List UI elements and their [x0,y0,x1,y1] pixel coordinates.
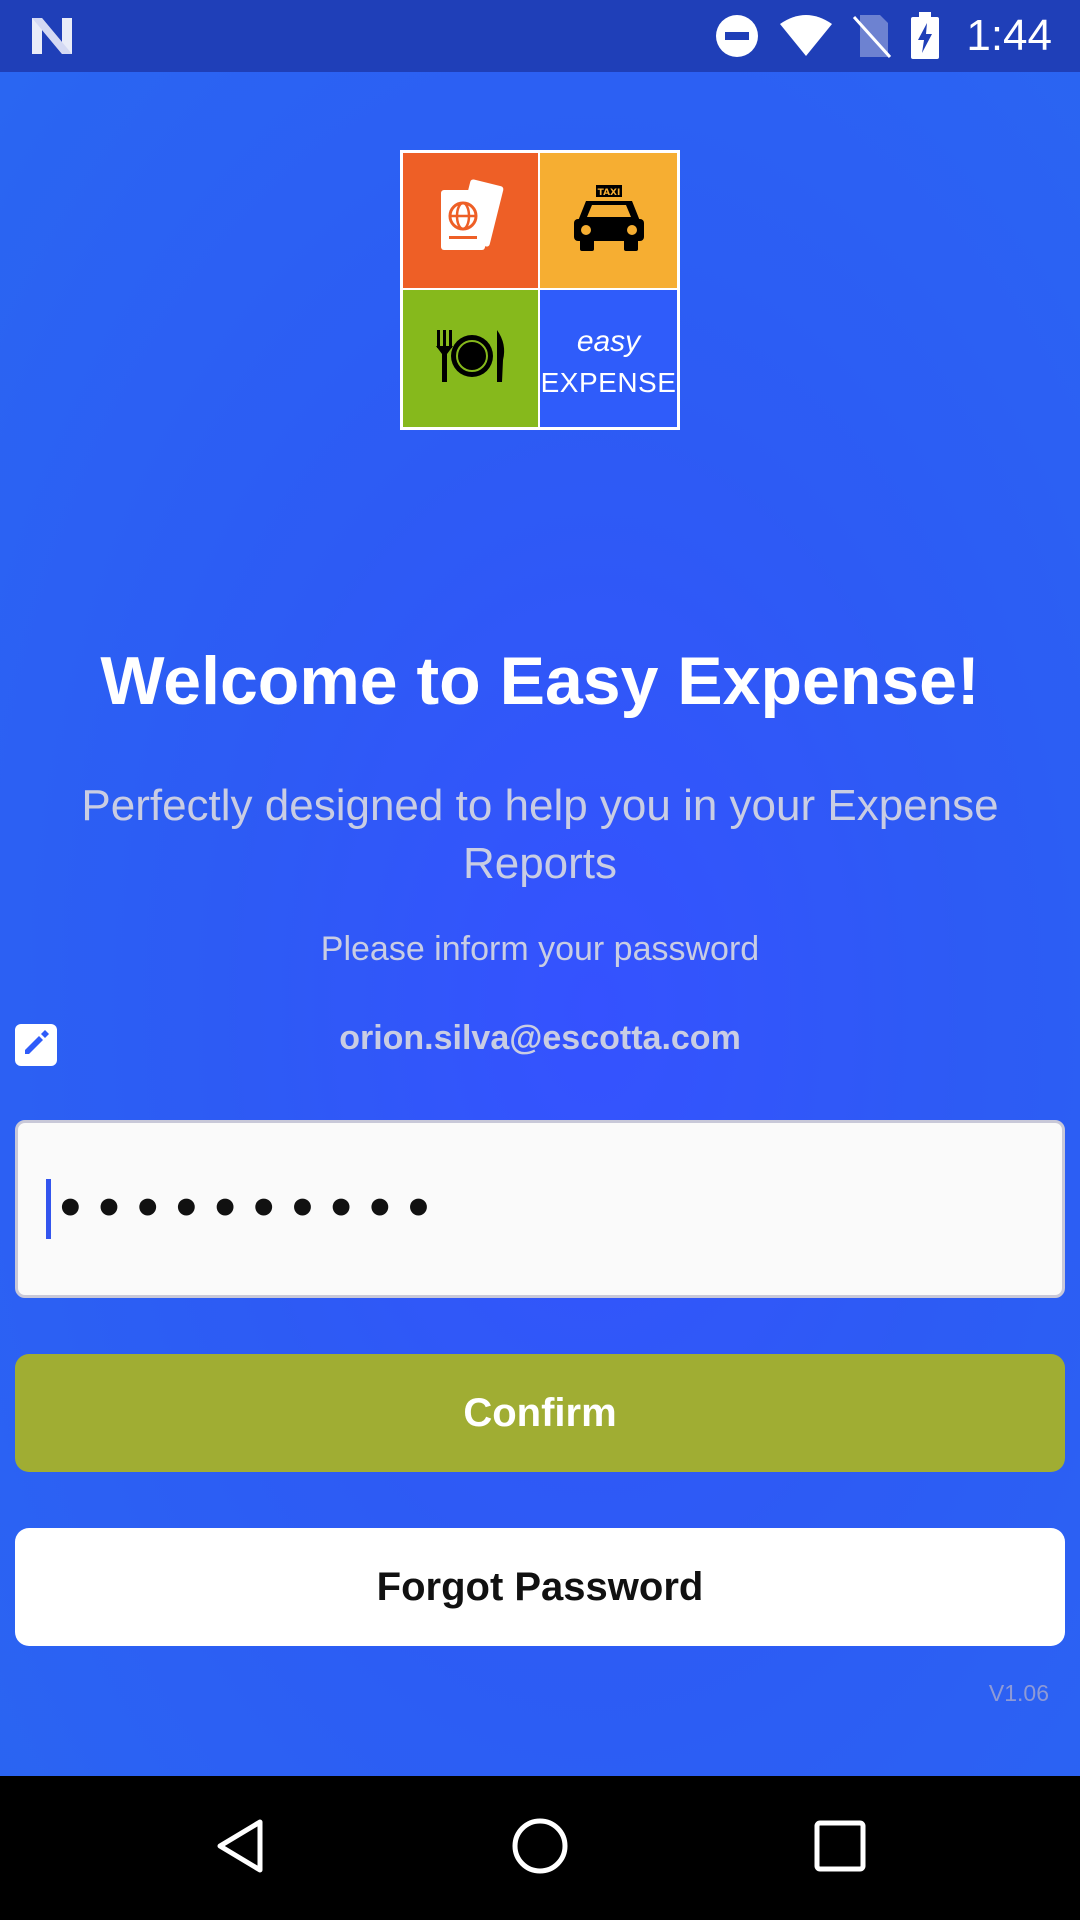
app-version: V1.06 [988,1680,1049,1706]
password-prompt: Please inform your password [320,930,760,968]
do-not-disturb-icon [714,13,760,59]
confirm-button[interactable]: Confirm [15,1354,1065,1472]
navigation-bar [0,1776,1080,1920]
text-caret [46,1179,51,1239]
no-sim-icon [852,13,892,59]
account-email: orion.silva@escotta.com [339,1019,741,1057]
plate-icon [431,326,511,391]
logo-tile-brand: easy EXPENSE [540,290,677,427]
home-icon [510,1816,570,1881]
app-logo: TAXI easy EXPENSE [400,150,680,430]
recents-button[interactable] [780,1776,900,1920]
logo-tile-taxi: TAXI [540,153,677,290]
wifi-icon [778,14,834,58]
status-clock: 1:44 [966,11,1052,60]
n-brand-icon [28,14,76,58]
password-value: •••••••••• [55,1181,442,1237]
passport-icon [435,178,507,263]
back-icon [212,1816,268,1881]
forgot-password-button[interactable]: Forgot Password [15,1528,1065,1646]
status-icons: 1:44 [714,0,1052,72]
home-button[interactable] [480,1776,600,1920]
login-screen: TAXI easy EXPENSE Welcome to Easy Expens… [0,72,1080,1776]
welcome-subtitle: Perfectly designed to help you in your E… [81,781,999,888]
logo-tile-food [403,290,540,427]
status-bar: 1:44 [0,0,1080,72]
logo-text-expense: EXPENSE [540,366,677,398]
recents-icon [812,1818,868,1879]
taxi-icon: TAXI [572,183,646,258]
logo-text-easy: easy [576,324,641,358]
taxi-sign-text: TAXI [597,188,620,198]
back-button[interactable] [180,1776,300,1920]
password-input[interactable]: •••••••••• [15,1120,1065,1298]
battery-charging-icon [910,12,940,60]
logo-tile-travel [403,153,540,290]
welcome-title: Welcome to Easy Expense! [100,643,980,719]
